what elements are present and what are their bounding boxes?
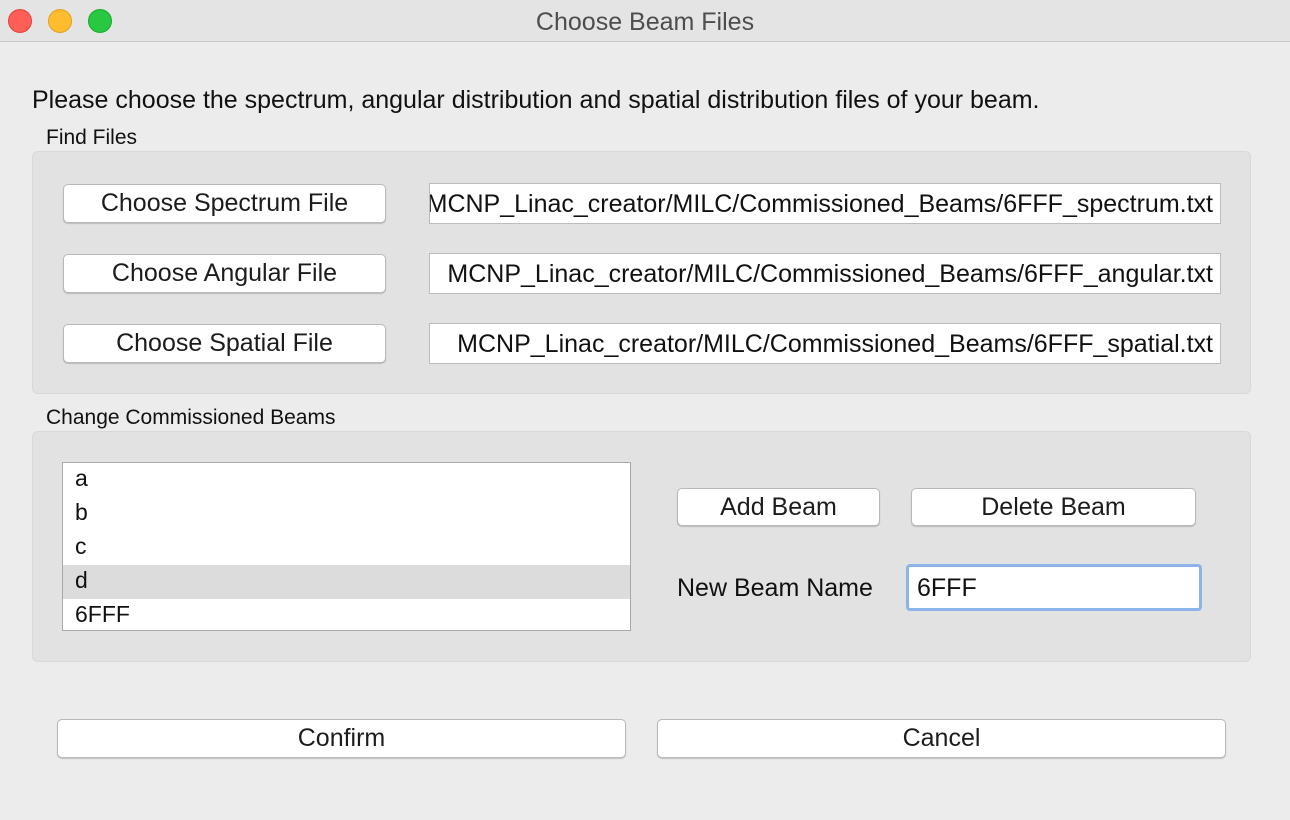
find-files-label: Find Files — [46, 126, 138, 149]
spectrum-file-path: MCNP_Linac_creator/MILC/Commissioned_Bea… — [429, 190, 1213, 218]
spatial-file-path: MCNP_Linac_creator/MILC/Commissioned_Bea… — [457, 330, 1213, 358]
angular-file-path-field[interactable]: MCNP_Linac_creator/MILC/Commissioned_Bea… — [429, 253, 1221, 294]
new-beam-name-input[interactable]: 6FFF — [906, 564, 1202, 611]
new-beam-name-label: New Beam Name — [677, 574, 873, 602]
beam-list-item-selected[interactable]: d — [63, 565, 630, 599]
new-beam-name-value: 6FFF — [917, 574, 977, 602]
cancel-button[interactable]: Cancel — [657, 719, 1226, 758]
choose-spatial-file-button[interactable]: Choose Spatial File — [63, 324, 386, 363]
confirm-button[interactable]: Confirm — [57, 719, 626, 758]
beam-list[interactable]: a b c d 6FFF — [62, 462, 631, 631]
angular-file-path: MCNP_Linac_creator/MILC/Commissioned_Bea… — [447, 260, 1213, 288]
spatial-file-path-field[interactable]: MCNP_Linac_creator/MILC/Commissioned_Bea… — [429, 323, 1221, 364]
choose-angular-file-button[interactable]: Choose Angular File — [63, 254, 386, 293]
beam-list-item[interactable]: c — [63, 531, 630, 565]
delete-beam-button[interactable]: Delete Beam — [911, 488, 1196, 526]
choose-spectrum-file-button[interactable]: Choose Spectrum File — [63, 184, 386, 223]
beam-list-item[interactable]: 6FFF — [63, 599, 630, 633]
commissioned-beams-label: Change Commissioned Beams — [46, 406, 336, 429]
title-bar: Choose Beam Files — [0, 0, 1290, 42]
beam-list-item[interactable]: b — [63, 497, 630, 531]
window-title: Choose Beam Files — [535, 8, 755, 36]
instructions-text: Please choose the spectrum, angular dist… — [32, 86, 1040, 114]
add-beam-button[interactable]: Add Beam — [677, 488, 880, 526]
spectrum-file-path-field[interactable]: MCNP_Linac_creator/MILC/Commissioned_Bea… — [429, 183, 1221, 224]
beam-list-item[interactable]: a — [63, 463, 630, 497]
